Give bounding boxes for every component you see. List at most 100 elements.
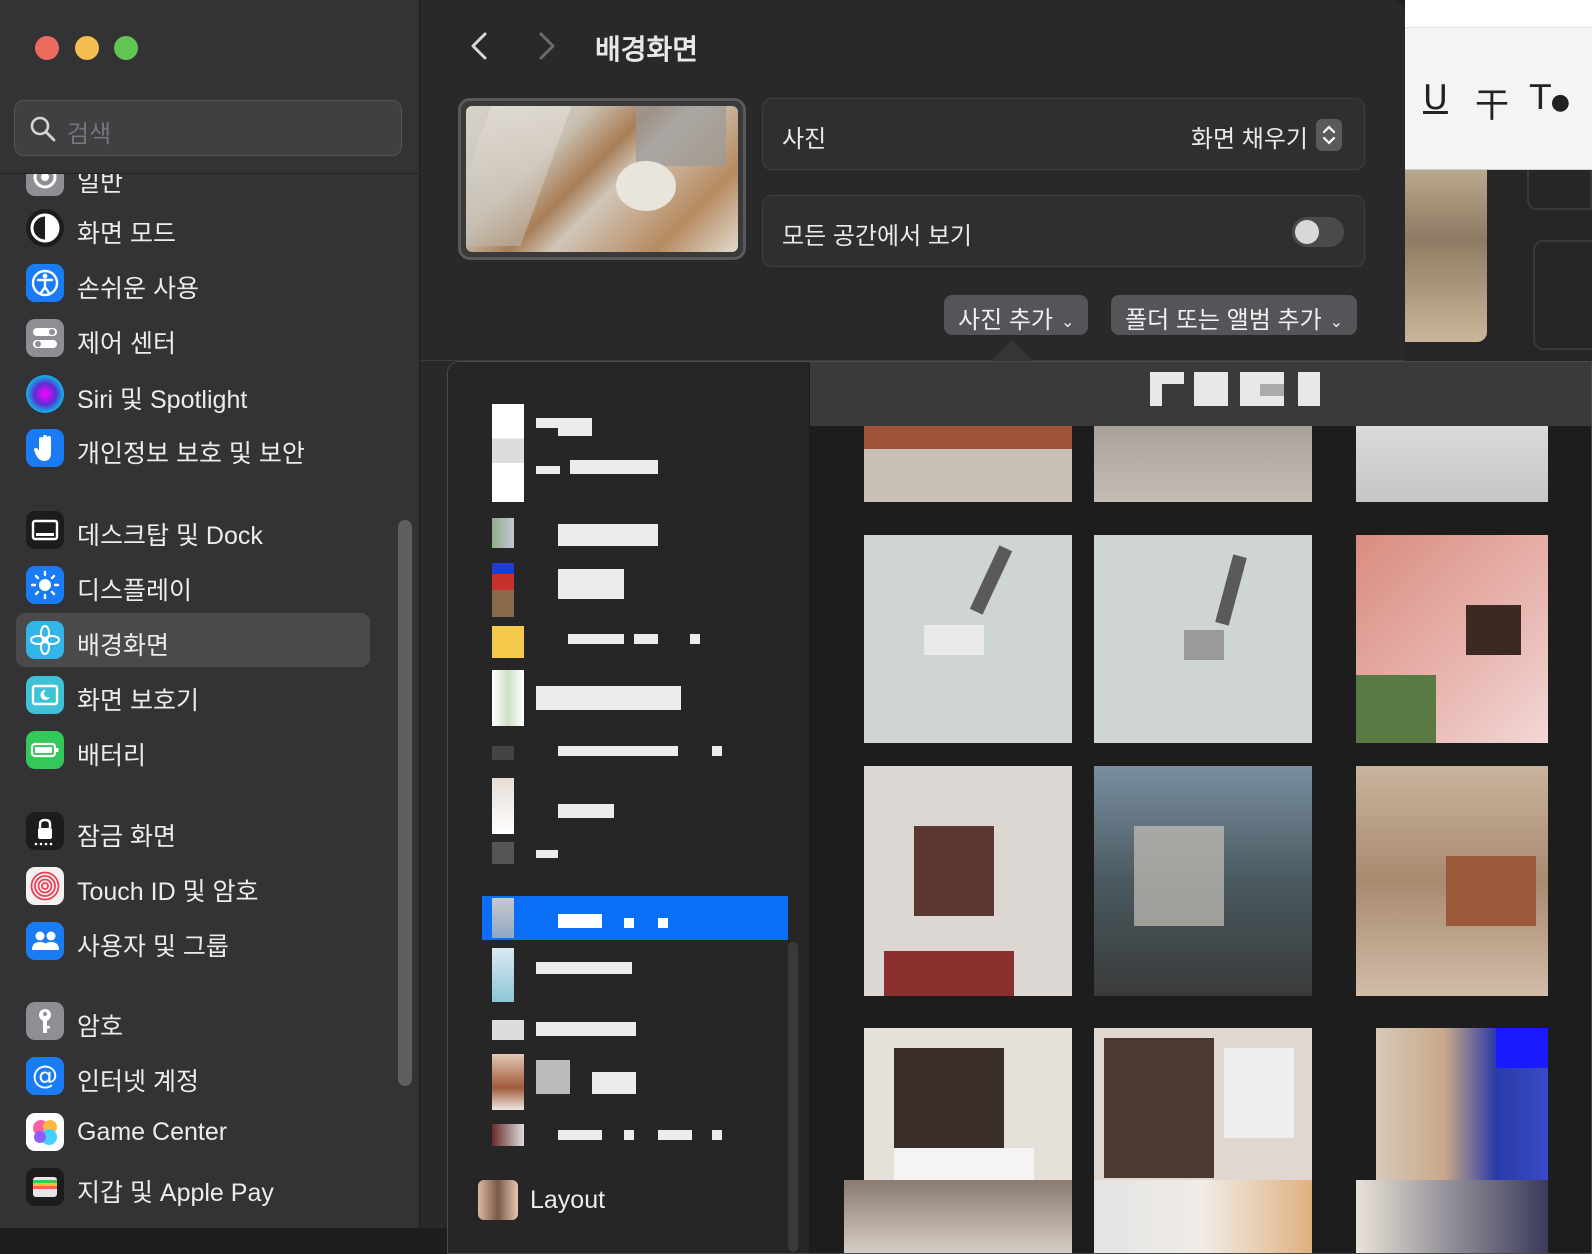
sidebar-item-displays[interactable]: 디스플레이 (16, 558, 370, 612)
photo-thumbnail[interactable] (1094, 535, 1312, 743)
list-item[interactable] (482, 836, 788, 880)
flower-icon (26, 621, 64, 659)
album-thumbnail (492, 626, 524, 658)
photo-thumbnail[interactable] (1094, 426, 1312, 502)
sidebar-item-label: 화면 보호기 (77, 687, 199, 715)
hand-icon (26, 429, 64, 467)
list-item[interactable] (482, 664, 788, 726)
sidebar-scrollbar[interactable] (398, 520, 412, 1086)
photo-thumbnail[interactable] (864, 426, 1072, 502)
search-field[interactable]: 검색 (14, 100, 402, 156)
photo-thumbnail[interactable] (844, 1180, 1072, 1253)
sidebar-item-appearance[interactable]: 화면 모드 (16, 201, 370, 255)
sidebar-item-battery[interactable]: 배터리 (16, 723, 370, 777)
sidebar-item-general[interactable]: 일반 (16, 174, 370, 196)
photo-thumbnail[interactable] (1356, 1180, 1548, 1253)
photo-thumbnail[interactable] (1094, 766, 1312, 996)
sidebar-item-accessibility[interactable]: 손쉬운 사용 (16, 256, 370, 310)
sidebar-item-internet-accounts[interactable]: @ 인터넷 계정 (16, 1049, 370, 1103)
dock-icon (26, 511, 64, 549)
underline-button[interactable]: U (1423, 78, 1448, 118)
back-button[interactable] (463, 28, 497, 64)
sidebar-item-desktop-dock[interactable]: 데스크탑 및 Dock (16, 503, 370, 557)
list-item[interactable] (482, 557, 788, 617)
album-thumbnail (492, 746, 514, 760)
album-thumbnail (492, 778, 514, 834)
sidebar-item-label: 화면 모드 (77, 220, 176, 248)
sidebar-item-privacy[interactable]: 개인정보 보호 및 보안 (16, 421, 370, 475)
zoom-button[interactable] (114, 36, 138, 60)
sidebar-item-siri-spotlight[interactable]: Siri 및 Spotlight (16, 367, 370, 421)
text-style-button[interactable]: T● (1530, 78, 1570, 118)
album-thumbnail (492, 563, 514, 617)
accessibility-icon (26, 264, 64, 302)
popover-arrow (990, 340, 1034, 362)
photo-thumbnail[interactable] (864, 766, 1072, 996)
search-icon (30, 116, 56, 142)
list-item[interactable] (482, 772, 788, 834)
sidebar-item-touch-id[interactable]: Touch ID 및 암호 (16, 859, 370, 913)
sidebar-item-label: Siri 및 Spotlight (77, 386, 248, 414)
sidebar-item-wallet[interactable]: 지갑 및 Apple Pay (16, 1160, 370, 1214)
wallpaper-preview (458, 98, 746, 260)
sidebar-item-control-center[interactable]: 제어 센터 (16, 311, 370, 365)
chevron-down-icon: ⌄ (1329, 313, 1344, 331)
forward-button[interactable] (529, 28, 563, 64)
add-photo-button[interactable]: 사진 추가 ⌄ (944, 295, 1089, 335)
sidebar-item-screensaver[interactable]: 화면 보호기 (16, 668, 370, 722)
album-list: Layout (448, 362, 810, 1253)
page-title: 배경화면 (595, 34, 699, 65)
photo-thumbnail[interactable] (1356, 766, 1548, 996)
svg-text:@: @ (32, 1061, 58, 1091)
album-thumbnail (492, 518, 514, 548)
album-thumbnail (492, 670, 524, 726)
sidebar-item-label: 잠금 화면 (77, 823, 176, 851)
photo-picker-popover: Layout (447, 361, 1592, 1254)
sidebar-item-passwords[interactable]: 암호 (16, 994, 370, 1048)
background-app-tabbar (1405, 0, 1592, 28)
album-thumbnail (492, 948, 514, 1002)
background-app-toolbar: U 干 T● (1405, 0, 1592, 170)
list-item-selected[interactable] (482, 896, 788, 940)
album-layout-label: Layout (530, 1186, 606, 1214)
photo-thumbnail[interactable] (1356, 535, 1548, 743)
album-thumbnail (492, 898, 514, 938)
list-item[interactable] (482, 512, 788, 556)
fill-mode-value[interactable]: 화면 채우기 (1191, 119, 1308, 154)
photo-thumbnail[interactable] (1094, 1180, 1312, 1253)
all-spaces-row: 모든 공간에서 보기 (762, 195, 1365, 267)
photo-thumbnail[interactable] (1356, 426, 1548, 502)
close-button[interactable] (35, 36, 59, 60)
minimize-button[interactable] (75, 36, 99, 60)
strikethrough-button[interactable]: 干 (1475, 78, 1509, 127)
fill-mode-popup[interactable] (1316, 119, 1342, 151)
photo-grid-header (810, 362, 1591, 426)
list-item[interactable] (482, 620, 788, 664)
album-thumbnail (492, 1124, 524, 1146)
sidebar-item-label: 개인정보 보호 및 보안 (77, 440, 305, 468)
sidebar-item-lock-screen[interactable]: 잠금 화면 (16, 804, 370, 858)
sidebar-item-label: Touch ID 및 암호 (77, 878, 259, 906)
album-list-scrollbar[interactable] (788, 942, 798, 1252)
control-center-icon (26, 319, 64, 357)
add-folder-button[interactable]: 폴더 또는 앨범 추가 ⌄ (1111, 295, 1358, 335)
list-item[interactable] (482, 1118, 788, 1162)
album-thumbnail (492, 1020, 524, 1040)
photo-fill-row: 사진 화면 채우기 (762, 98, 1365, 170)
photo-grid (810, 426, 1591, 1253)
fingerprint-icon (26, 867, 64, 905)
album-thumbnail (492, 842, 514, 864)
photo-thumbnail[interactable] (864, 535, 1072, 743)
list-item[interactable] (482, 942, 788, 1002)
sidebar-item-users-groups[interactable]: 사용자 및 그룹 (16, 914, 370, 968)
sidebar-item-game-center[interactable]: Game Center (16, 1105, 370, 1159)
photo-label: 사진 (782, 126, 827, 153)
list-item[interactable] (482, 1048, 788, 1110)
sidebar: 검색 일반 화면 모드 손쉬운 사용 제어 센터 Siri 및 Spotligh… (0, 0, 420, 1228)
all-spaces-label: 모든 공간에서 보기 (782, 223, 972, 250)
sidebar-item-wallpaper[interactable]: 배경화면 (16, 613, 370, 667)
users-icon (26, 922, 64, 960)
list-item[interactable] (482, 732, 788, 776)
all-spaces-toggle[interactable] (1292, 217, 1344, 247)
list-item[interactable] (482, 404, 788, 504)
